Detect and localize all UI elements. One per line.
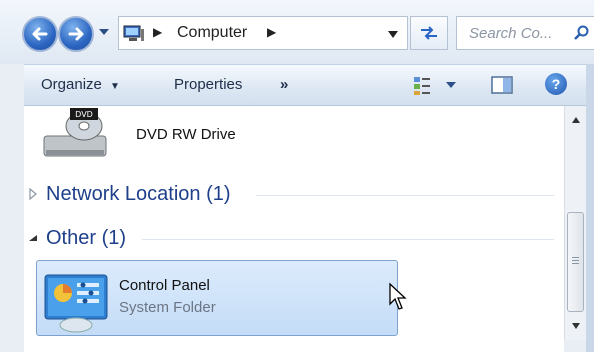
navigation-bar: ▶ Computer ▶ Search Co... [0, 0, 594, 64]
group-divider [256, 195, 554, 196]
mouse-pointer-icon [389, 282, 407, 310]
group-other[interactable]: Other (1) [24, 224, 564, 254]
svg-text:DVD: DVD [75, 110, 93, 119]
group-divider [142, 239, 554, 240]
address-box[interactable]: ▶ Computer ▶ [118, 16, 408, 50]
breadcrumb-computer[interactable]: Computer [177, 24, 247, 42]
back-arrow-icon [32, 27, 48, 41]
search-input[interactable]: Search Co... [456, 16, 594, 50]
forward-arrow-icon [68, 27, 84, 41]
control-panel-item[interactable]: Control Panel System Folder [36, 260, 398, 336]
organize-button[interactable]: Organize ▼ [41, 76, 120, 93]
dvd-rw-drive-item[interactable]: DVD DVD RW Drive [40, 106, 290, 168]
vertical-scrollbar[interactable] [564, 106, 586, 340]
window-frame [586, 64, 594, 352]
scrollbar-thumb[interactable] [567, 212, 584, 312]
expand-arrow-icon[interactable] [28, 188, 38, 200]
group-title: Other (1) [46, 227, 127, 249]
search-icon[interactable] [574, 25, 590, 41]
dvd-rw-drive-label: DVD RW Drive [136, 126, 236, 143]
refresh-button[interactable] [410, 16, 448, 50]
grip-icon [572, 257, 579, 265]
preview-pane-icon[interactable] [490, 74, 514, 96]
forward-button[interactable] [58, 16, 94, 52]
command-bar: Organize ▼ Properties » ? [24, 64, 594, 106]
control-panel-type: System Folder [119, 299, 216, 316]
organize-label: Organize [41, 76, 102, 93]
refresh-icon [421, 26, 437, 40]
file-list-pane: DVD DVD RW Drive Network Location (1) Ot… [24, 106, 564, 352]
breadcrumb-separator-icon[interactable]: ▶ [267, 25, 276, 39]
dvd-drive-icon: DVD [43, 108, 107, 157]
collapse-arrow-icon[interactable] [28, 232, 38, 244]
scroll-down-icon[interactable] [571, 322, 581, 330]
control-panel-name: Control Panel [119, 277, 210, 294]
more-commands-button[interactable]: » [280, 76, 288, 93]
chevron-down-icon: ▼ [110, 81, 120, 92]
change-view-icon[interactable] [412, 74, 462, 96]
group-network-location[interactable]: Network Location (1) [24, 180, 564, 210]
back-button[interactable] [22, 16, 58, 52]
recent-pages-dropdown-icon[interactable] [98, 27, 110, 37]
help-button[interactable]: ? [545, 73, 567, 95]
properties-button[interactable]: Properties [174, 76, 242, 93]
breadcrumb-separator-icon[interactable]: ▶ [153, 25, 162, 39]
group-title: Network Location (1) [46, 183, 231, 205]
search-placeholder: Search Co... [469, 25, 553, 42]
address-history-dropdown-icon[interactable] [387, 30, 399, 39]
control-panel-icon [44, 274, 108, 333]
scroll-up-icon[interactable] [571, 116, 581, 124]
computer-icon [123, 25, 144, 41]
